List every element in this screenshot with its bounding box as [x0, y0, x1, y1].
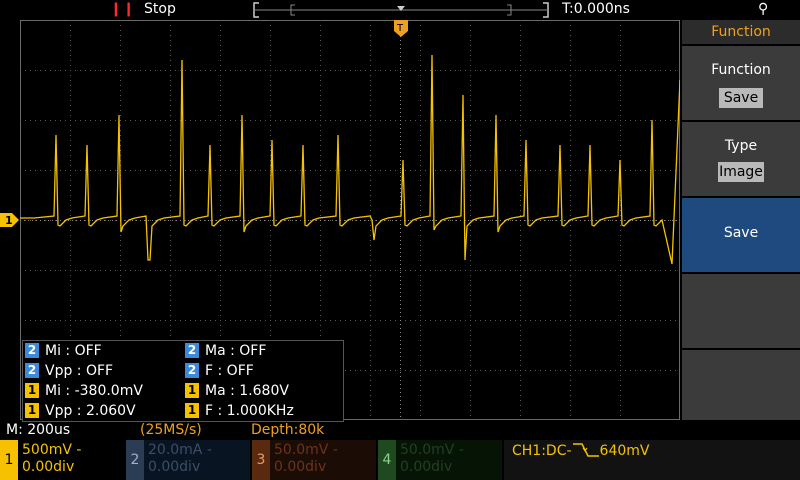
menu-title: Function [682, 20, 800, 44]
channel-offset: 0.00div [400, 459, 453, 475]
pause-bars-icon[interactable]: ❙❙ [110, 1, 135, 17]
measurement-text: Mi : OFF [45, 343, 102, 359]
menu-function-button[interactable]: Function Save [682, 44, 800, 120]
menu-save-button[interactable]: Save [682, 196, 800, 272]
channel-badge: 2 [185, 363, 199, 378]
channel-4-box[interactable]: 4 50.0mV -0.00div [378, 440, 502, 480]
trigger-info-box[interactable]: CH1:DC- 640mV [504, 440, 800, 480]
timebase-readout[interactable]: M: 200us [6, 422, 70, 438]
measurement-item: 1 Ma : 1.680V [183, 381, 341, 401]
measurement-text: Vpp : OFF [45, 363, 114, 379]
channel-badge: 1 [185, 403, 199, 418]
measurement-text: Ma : 1.680V [205, 383, 289, 399]
menu-item-label: Save [723, 225, 759, 241]
usb-icon: ⚲ [758, 1, 769, 17]
channel-scale: 50.0mV - [400, 442, 464, 458]
channel-scale: 20.0mA - [148, 442, 212, 458]
ch1-waveform [20, 54, 680, 265]
menu-item-label: Function [711, 62, 771, 78]
channel-offset: 0.00div [22, 459, 75, 475]
measurement-text: Mi : -380.0mV [45, 383, 143, 399]
menu-item-label: Type [724, 138, 758, 154]
menu-item-value: Image [718, 162, 764, 182]
channel-badge: 2 [25, 343, 39, 358]
channel-scale: 500mV - [22, 442, 82, 458]
measurement-item: 1 F : 1.000KHz [183, 401, 341, 421]
measurement-text: F : OFF [205, 363, 254, 379]
svg-text:1: 1 [5, 214, 13, 227]
channel-3-box[interactable]: 3 50.0mV -0.00div [252, 440, 376, 480]
channel-badge: 1 [185, 383, 199, 398]
sample-rate-readout: (25MS/s) [140, 422, 202, 438]
measurement-item: 2 Mi : OFF [23, 341, 181, 361]
channel-number: 2 [126, 440, 144, 480]
memory-depth-readout: Depth:80k [251, 422, 325, 438]
status-bar: ❙❙ Stop T:0.000ns ⚲ [0, 0, 800, 20]
trigger-position-marker[interactable]: T [393, 20, 409, 38]
channel-badge: 2 [25, 363, 39, 378]
menu-empty-button[interactable] [682, 348, 800, 420]
channel-1-box[interactable]: 1 500mV -0.00div [0, 440, 124, 480]
menu-empty-button[interactable] [682, 272, 800, 348]
measurement-text: Ma : OFF [205, 343, 267, 359]
falling-edge-icon [572, 443, 599, 457]
channel-number: 3 [252, 440, 270, 480]
menu-item-value: Save [719, 88, 763, 108]
measurement-panel: 2 Mi : OFF 2 Ma : OFF 2 Vpp : OFF 2F : OFF … [22, 340, 344, 422]
channel-number: 1 [0, 440, 18, 480]
time-position-bar[interactable] [253, 2, 549, 18]
channel-offset: 0.00div [274, 459, 327, 475]
measurement-item: 2 Ma : OFF [183, 341, 341, 361]
trigger-level: 640mV [599, 443, 650, 459]
svg-text:T: T [396, 23, 404, 34]
channel-badge: 2 [185, 343, 199, 358]
measurement-text: Vpp : 2.060V [45, 403, 136, 419]
time-offset: T:0.000ns [562, 1, 630, 17]
channel-bar: 1 500mV -0.00div 2 20.0mA -0.00div 3 50.… [0, 440, 800, 480]
menu-type-button[interactable]: Type Image [682, 120, 800, 196]
run-status[interactable]: Stop [144, 1, 176, 17]
channel-badge: 1 [25, 383, 39, 398]
ch1-level-marker[interactable]: 1 [0, 213, 20, 227]
side-menu: Function Function Save Type Image Save [682, 20, 800, 420]
acquisition-info: M: 200us (25MS/s) Depth:80k [0, 422, 800, 440]
channel-offset: 0.00div [148, 459, 201, 475]
measurement-item: 1 Vpp : 2.060V [23, 401, 181, 421]
measurement-item: 1 Mi : -380.0mV [23, 381, 181, 401]
measurement-item: 2 Vpp : OFF [23, 361, 181, 381]
trigger-source: CH1:DC- [512, 443, 572, 459]
channel-number: 4 [378, 440, 396, 480]
channel-scale: 50.0mV - [274, 442, 338, 458]
channel-badge: 1 [25, 403, 39, 418]
channel-2-box[interactable]: 2 20.0mA -0.00div [126, 440, 250, 480]
measurement-text: F : 1.000KHz [205, 403, 294, 419]
measurement-item: 2 F : OFF [183, 361, 341, 381]
